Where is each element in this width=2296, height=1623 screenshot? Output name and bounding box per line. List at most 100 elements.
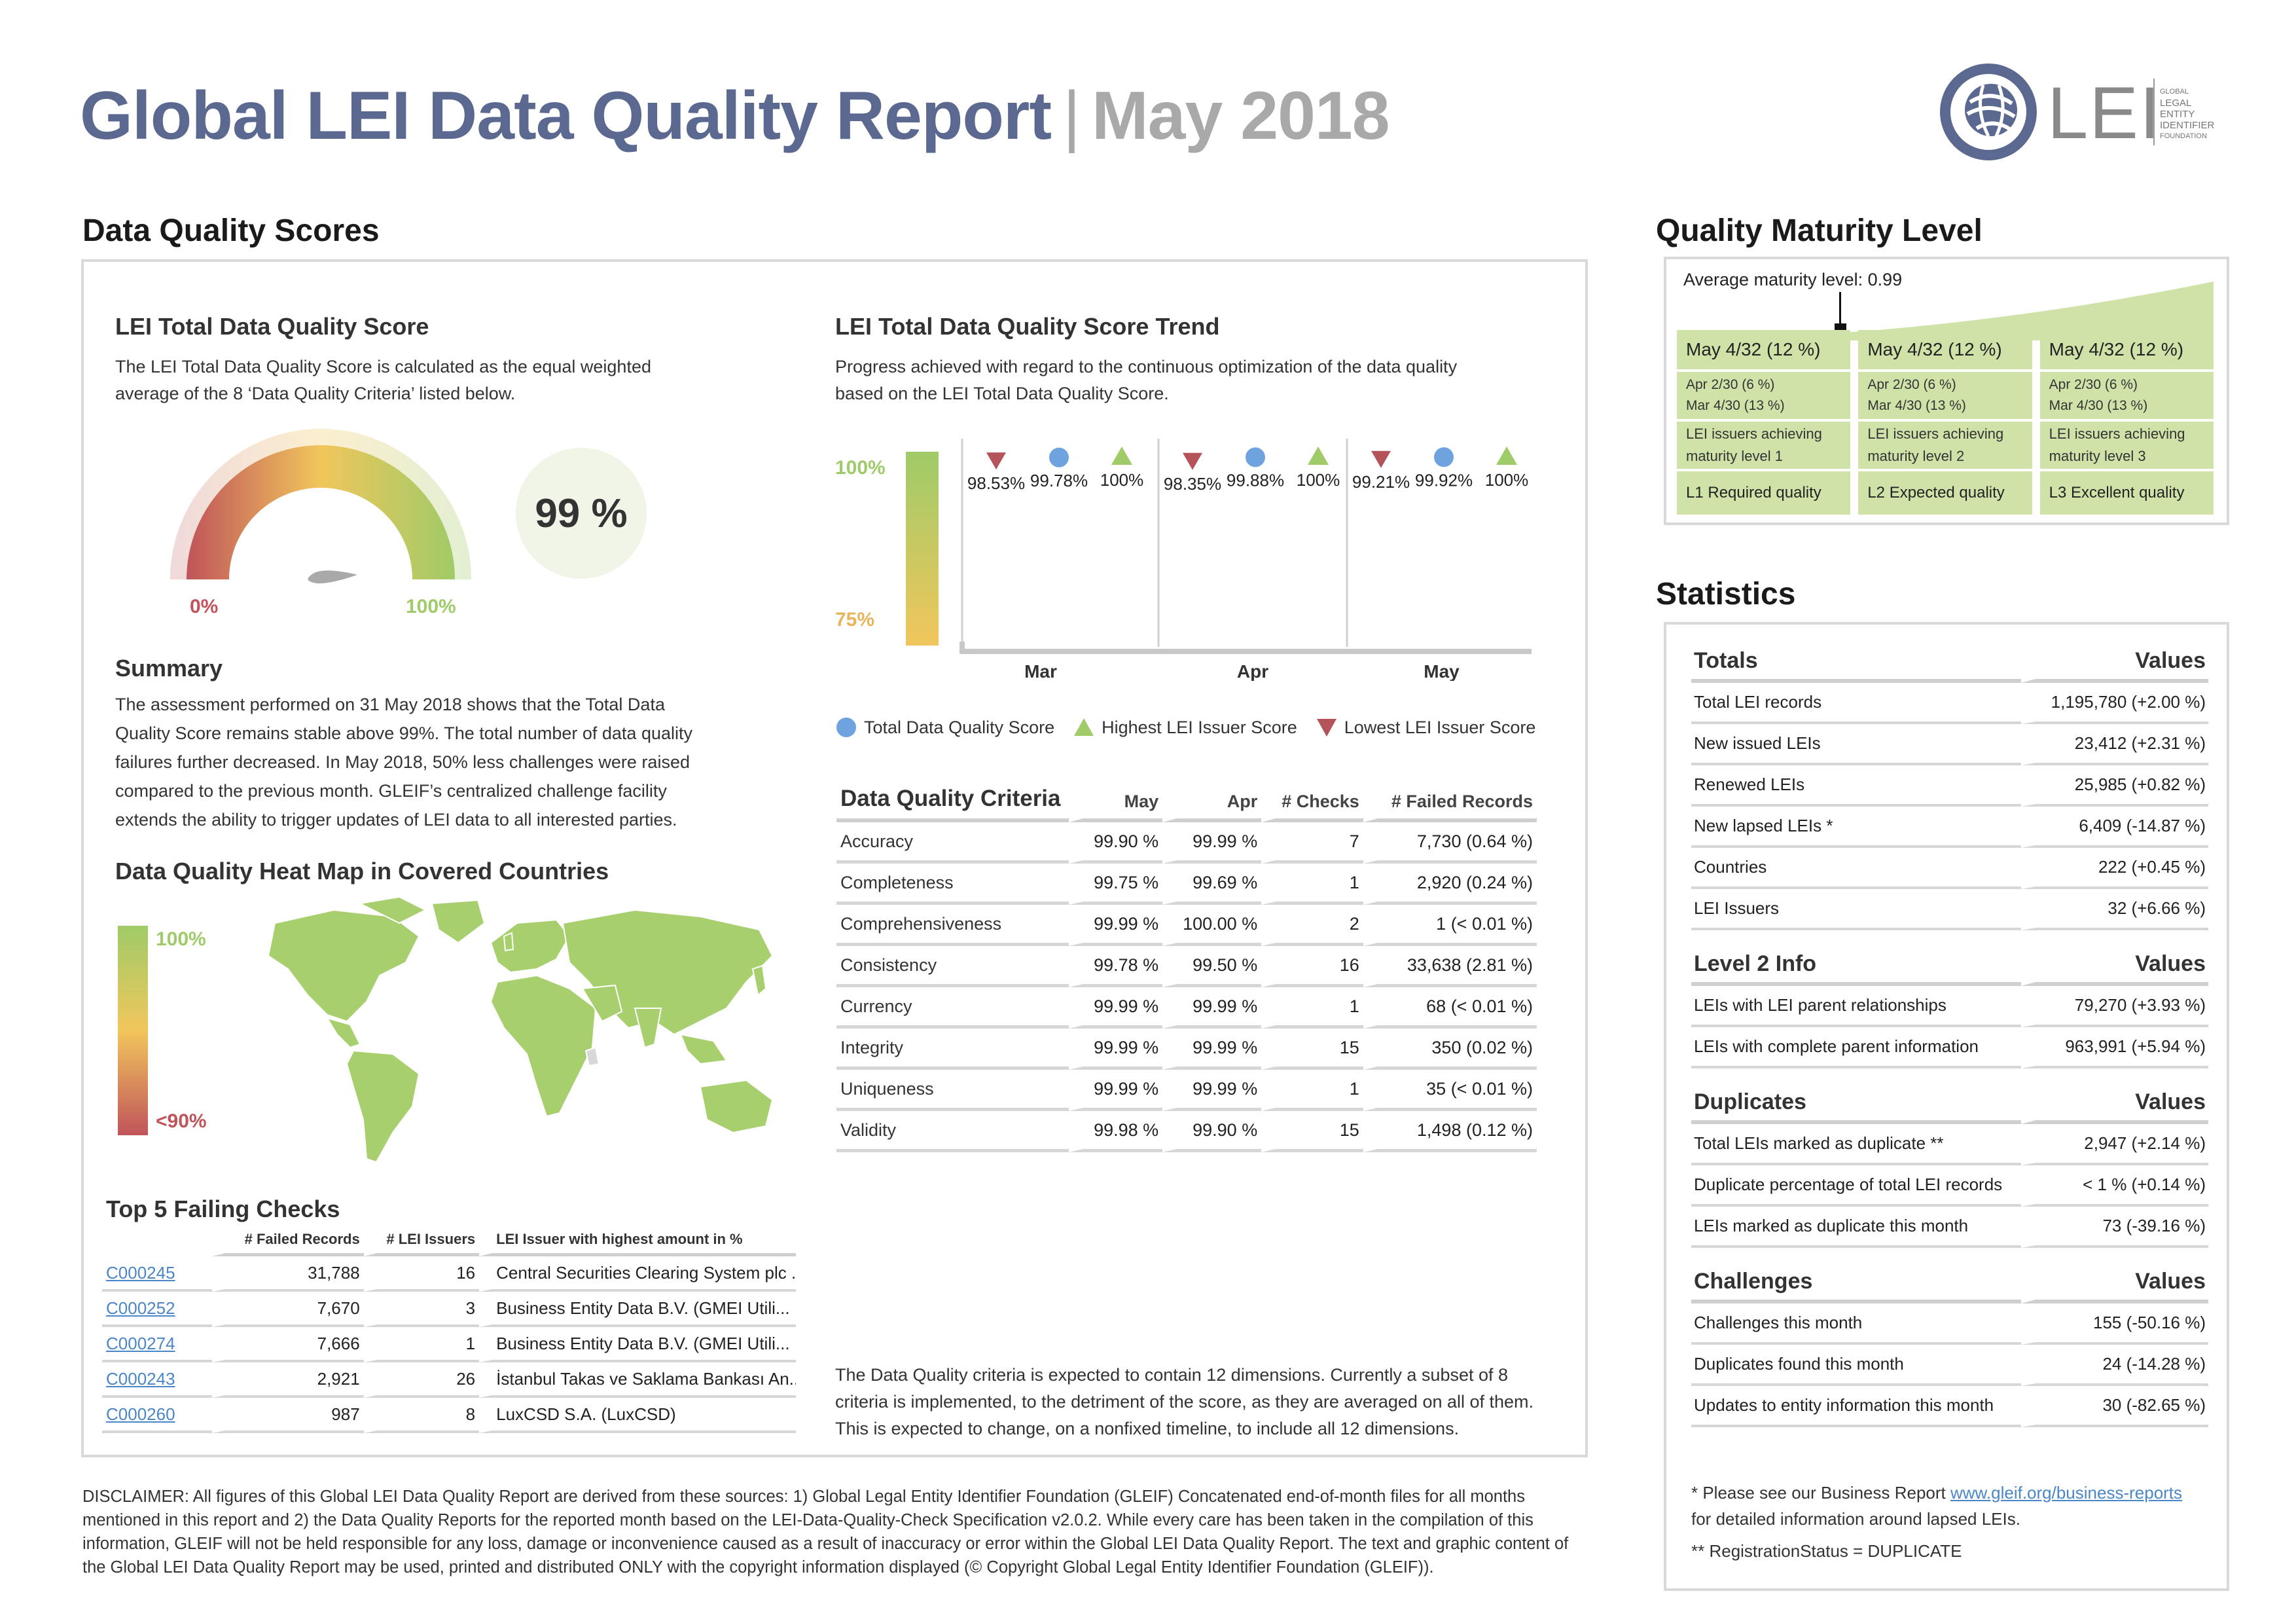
trend-point-lowest	[986, 452, 1006, 470]
criteria-name: Comprehensiveness	[836, 905, 1069, 946]
criteria-name: Completeness	[836, 864, 1069, 905]
failed-records: 31,788	[212, 1256, 364, 1292]
stats-group-title: Challenges	[1691, 1269, 2022, 1304]
criteria-apr: 100.00 %	[1162, 905, 1262, 946]
criteria-row: Validity 99.98 % 99.90 % 15 1,498 (0.12 %)	[836, 1111, 1537, 1152]
stats-header-row: Level 2 Info Values	[1691, 951, 2208, 986]
stats-label: Total LEI records	[1691, 683, 2022, 724]
stats-values-header: Values	[2021, 951, 2208, 986]
lei-issuers: 1	[363, 1327, 480, 1362]
business-report-link[interactable]: www.gleif.org/business-reports	[1950, 1483, 2182, 1503]
trend-title: LEI Total Data Quality Score Trend	[835, 313, 1220, 340]
stats-values-header: Values	[2021, 1089, 2208, 1124]
failing-table-wrap: # Failed Records # LEI Issuers LEI Issue…	[102, 1231, 796, 1433]
stats-label: Duplicate percentage of total LEI record…	[1691, 1165, 2022, 1207]
statistics-tables: Totals Values Total LEI records 1,195,780 (…	[1691, 648, 2208, 1448]
stats-label: Countries	[1691, 848, 2022, 889]
green-triangle-icon	[1074, 718, 1094, 736]
stats-value: 24 (-14.28 %)	[2021, 1345, 2208, 1386]
maturity-columns: May 4/32 (12 %) Apr 2/30 (6 %) Mar 4/30 (1…	[1677, 330, 2214, 515]
col-top-issuer: LEI Issuer with highest amount in %	[479, 1231, 796, 1256]
trend-scale-bar	[906, 452, 939, 646]
col-check-id	[102, 1231, 213, 1256]
maturity-level-label: L3 Excellent quality	[2049, 484, 2185, 501]
check-id-link[interactable]: C000243	[102, 1362, 213, 1398]
lei-issuers: 16	[363, 1256, 480, 1292]
stats-values-header: Values	[2021, 648, 2208, 683]
criteria-row: Accuracy 99.90 % 99.99 % 7 7,730 (0.64 %)	[836, 822, 1537, 864]
stats-label: Updates to entity information this month	[1691, 1386, 2022, 1427]
trend-axis-bottom: 75%	[835, 609, 875, 630]
stats-value: 155 (-50.16 %)	[2021, 1304, 2208, 1345]
stats-value: 73 (-39.16 %)	[2021, 1207, 2208, 1248]
summary-title: Summary	[115, 655, 223, 682]
trend-point-total	[1246, 447, 1265, 467]
trend-point-label: 98.35%	[1164, 474, 1221, 494]
criteria-table-wrap: Data Quality Criteria May Apr # Checks #…	[836, 786, 1537, 1152]
criteria-failed: 33,638 (2.81 %)	[1363, 946, 1537, 987]
section-title-scores: Data Quality Scores	[82, 213, 380, 248]
criteria-failed: 68 (< 0.01 %)	[1363, 987, 1537, 1029]
criteria-row: Completeness 99.75 % 99.69 % 1 2,920 (0.24 %…	[836, 864, 1537, 905]
maturity-level-label: L2 Expected quality	[1867, 484, 2005, 501]
criteria-apr: 99.99 %	[1162, 1029, 1262, 1070]
maturity-description: LEI issuers achieving maturity level 1	[1677, 422, 1851, 471]
criteria-note: The Data Quality criteria is expected to…	[835, 1365, 1534, 1438]
top-issuer: LuxCSD S.A. (LuxCSD)	[479, 1398, 796, 1433]
criteria-name: Consistency	[836, 946, 1069, 987]
top-issuer: Business Entity Data B.V. (GMEI Utili...	[479, 1292, 796, 1327]
trend-chart: 98.53% 99.78% 100% 98.35% 99.88% 100% 99.21% 99…	[960, 439, 1532, 681]
check-id-link[interactable]: C000274	[102, 1327, 213, 1362]
criteria-row: Currency 99.99 % 99.99 % 1 68 (< 0.01 %)	[836, 987, 1537, 1029]
lei-issuers: 26	[363, 1362, 480, 1398]
unreported-region	[584, 1046, 600, 1067]
failing-table: # Failed Records # LEI Issuers LEI Issue…	[102, 1231, 796, 1433]
check-id-link[interactable]: C000252	[102, 1292, 213, 1327]
criteria-may: 99.78 %	[1069, 946, 1163, 987]
total-score-title: LEI Total Data Quality Score	[115, 313, 429, 340]
score-value: 99 %	[535, 490, 628, 536]
criteria-checks: 1	[1261, 864, 1363, 905]
maturity-description: LEI issuers achieving maturity level 2	[1858, 422, 2032, 471]
stats-value: 1,195,780 (+2.00 %)	[2021, 683, 2208, 724]
gauge-min-label: 0%	[190, 596, 219, 617]
trend-description: Progress achieved with regard to the con…	[835, 357, 1458, 403]
maturity-history: Apr 2/30 (6 %) Mar 4/30 (13 %)	[2039, 372, 2214, 422]
stats-row: New lapsed LEIs * 6,409 (-14.87 %)	[1691, 807, 2208, 848]
col-checks: # Checks	[1261, 786, 1363, 822]
logo-text: LEI	[2047, 72, 2162, 154]
criteria-checks: 2	[1261, 905, 1363, 946]
stats-label: New issued LEIs	[1691, 724, 2022, 765]
trend-point-label: 98.53%	[967, 473, 1025, 493]
logo-divider	[2153, 79, 2155, 145]
trend-point-highest	[1111, 447, 1132, 465]
trend-legend: Total Data Quality Score Highest LEI Iss…	[835, 716, 1554, 739]
criteria-failed: 1,498 (0.12 %)	[1363, 1111, 1537, 1152]
blue-circle-icon	[836, 718, 856, 737]
criteria-row: Integrity 99.99 % 99.99 % 15 350 (0.02 %)	[836, 1029, 1537, 1070]
red-triangle-icon	[1316, 719, 1336, 737]
stats-value: 963,991 (+5.94 %)	[2021, 1027, 2208, 1068]
report-title-text: Global LEI Data Quality Report	[80, 78, 1052, 154]
gauge-needle	[308, 570, 357, 584]
stats-row: Total LEIs marked as duplicate ** 2,947 (…	[1691, 1124, 2208, 1165]
logo-subtext: GLOBAL LEGAL ENTITY IDENTIFIER FOUNDATIO…	[2160, 88, 2215, 140]
trend-point-lowest	[1183, 452, 1202, 470]
trend-category-label: Apr	[1237, 661, 1268, 681]
stats-footnote-1: * Please see our Business Report www.gle…	[1691, 1483, 2183, 1529]
stats-label: Total LEIs marked as duplicate **	[1691, 1124, 2022, 1165]
stats-label: Duplicates found this month	[1691, 1345, 2022, 1386]
check-id-link[interactable]: C000245	[102, 1256, 213, 1292]
col-may: May	[1069, 786, 1163, 822]
failed-records: 7,670	[212, 1292, 364, 1327]
failing-row: C000245 31,788 16 Central Securities Cleari…	[102, 1256, 796, 1292]
check-id-link[interactable]: C000260	[102, 1398, 213, 1433]
stats-label: LEI Issuers	[1691, 889, 2022, 930]
legend-total-score: Total Data Quality Score	[835, 716, 1054, 739]
criteria-apr: 99.99 %	[1162, 822, 1262, 864]
maturity-headline: May 4/32 (12 %)	[1858, 330, 2032, 372]
disclaimer: DISCLAIMER: All figures of this Global L…	[82, 1487, 1569, 1577]
stats-label: LEIs marked as duplicate this month	[1691, 1207, 2022, 1248]
trend-point-total	[1049, 447, 1069, 467]
legend-lowest-score: Lowest LEI Issuer Score	[1316, 716, 1535, 739]
